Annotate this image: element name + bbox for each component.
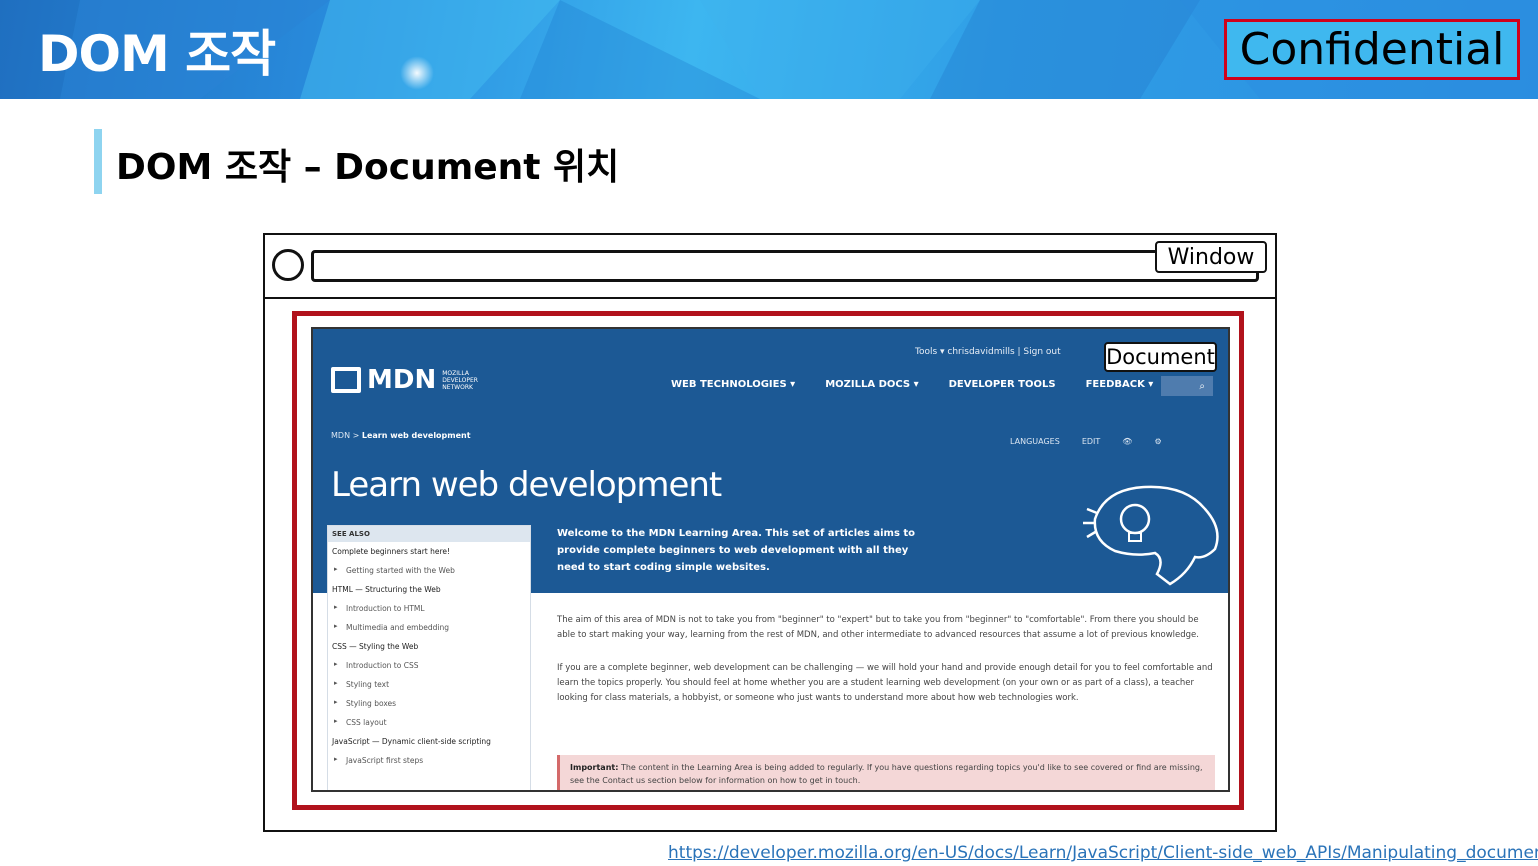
- nav-web-technologies: WEB TECHNOLOGIES ▾: [671, 379, 796, 390]
- breadcrumb-root: MDN >: [331, 431, 360, 440]
- see-also-header: SEE ALSO: [328, 526, 530, 542]
- section-title: DOM 조작 – Document 위치: [116, 147, 620, 188]
- sidebar-item: Getting started with the Web: [328, 561, 530, 580]
- sidebar-section: JavaScript — Dynamic client-side scripti…: [332, 737, 491, 746]
- mdn-page-screenshot: MDN MOZILLA DEVELOPER NETWORK Tools ▾ ch…: [311, 327, 1230, 792]
- browser-topbar: Window: [265, 235, 1275, 299]
- mdn-logo-icon: [331, 367, 361, 393]
- important-text: The content in the Learning Area is bein…: [570, 763, 1203, 785]
- sidebar-section: Complete beginners start here!: [332, 547, 451, 556]
- search-icon: ⌕: [1161, 376, 1213, 396]
- nav-feedback: FEEDBACK ▾: [1085, 379, 1154, 390]
- sidebar-section: CSS — Styling the Web: [332, 642, 419, 651]
- mdn-page-heading: Learn web development: [331, 465, 722, 505]
- languages-link: LANGUAGES: [1010, 437, 1060, 446]
- body-paragraph: The aim of this area of MDN is not to ta…: [557, 615, 1199, 640]
- window-label: Window: [1155, 241, 1267, 273]
- mdn-breadcrumb: MDN > Learn web development: [331, 431, 471, 440]
- slide-title: DOM 조작: [38, 25, 276, 83]
- mdn-logo-text: MDN: [367, 365, 437, 395]
- body-paragraph: If you are a complete beginner, web deve…: [557, 663, 1213, 703]
- header-banner: DOM 조작 Confidential: [0, 0, 1538, 99]
- sidebar-item: Introduction to HTML: [328, 599, 530, 618]
- sidebar-section: HTML — Structuring the Web: [332, 585, 441, 594]
- sidebar-item: JavaScript first steps: [328, 751, 530, 770]
- settings-icon: ⚙: [1154, 437, 1162, 446]
- sidebar-item: Multimedia and embedding: [328, 618, 530, 637]
- nav-mozilla-docs: MOZILLA DOCS ▾: [825, 379, 919, 390]
- browser-circle-icon: [272, 249, 304, 281]
- section-accent-bar: [94, 129, 102, 194]
- sidebar-item: Styling boxes: [328, 694, 530, 713]
- address-bar: [311, 250, 1259, 282]
- mdn-sidebar: SEE ALSO Complete beginners start here! …: [327, 525, 531, 790]
- mdn-body: The aim of this area of MDN is not to ta…: [557, 613, 1217, 724]
- mdn-intro: Welcome to the MDN Learning Area. This s…: [557, 528, 916, 573]
- sidebar-item: CSS layout: [328, 713, 530, 732]
- nav-developer-tools: DEVELOPER TOOLS: [948, 379, 1056, 390]
- mdn-logo: MDN MOZILLA DEVELOPER NETWORK: [331, 365, 486, 395]
- source-link[interactable]: https://developer.mozilla.org/en-US/docs…: [668, 843, 1538, 863]
- document-label: Document: [1104, 342, 1217, 372]
- watch-icon: 👁: [1122, 437, 1133, 446]
- sidebar-item: Styling text: [328, 675, 530, 694]
- confidential-label: Confidential: [1224, 19, 1520, 80]
- mdn-tools: LANGUAGES EDIT 👁 ⚙: [1010, 437, 1162, 446]
- important-note: Important: The content in the Learning A…: [557, 755, 1215, 790]
- important-label: Important:: [570, 763, 619, 772]
- breadcrumb-current: Learn web development: [361, 431, 471, 440]
- dinosaur-lightbulb-icon: [1083, 485, 1219, 586]
- edit-link: EDIT: [1081, 437, 1101, 446]
- mdn-logo-subtext: MOZILLA DEVELOPER NETWORK: [442, 369, 478, 391]
- mdn-top-links: Tools ▾ chrisdavidmills | Sign out: [915, 347, 1061, 357]
- sidebar-item: Introduction to CSS: [328, 656, 530, 675]
- mdn-nav: WEB TECHNOLOGIES ▾ MOZILLA DOCS ▾ DEVELO…: [671, 379, 1153, 390]
- light-flare: [400, 56, 434, 90]
